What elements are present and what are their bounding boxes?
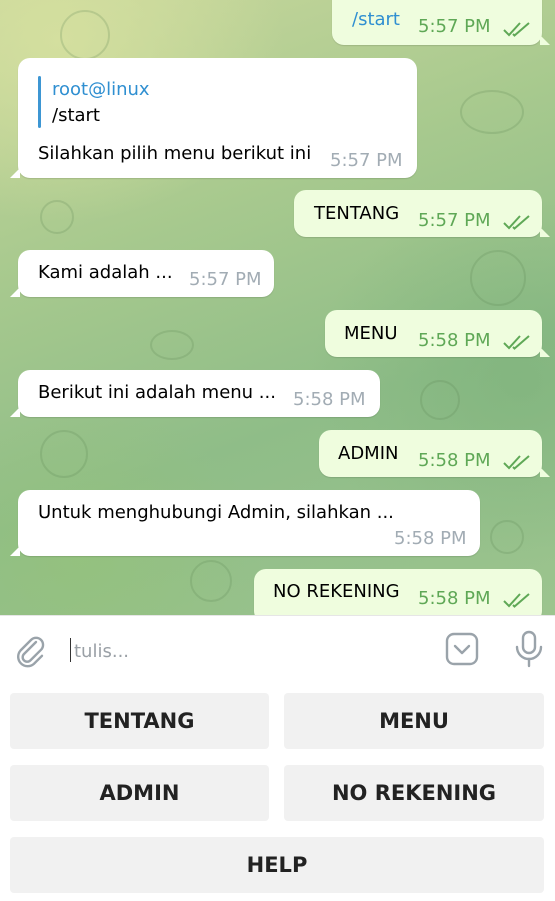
- double-check-icon: [503, 335, 530, 350]
- background-doodle: [40, 200, 74, 234]
- background-doodle: [420, 380, 460, 420]
- message-time: 5:57 PM: [189, 269, 262, 290]
- background-doodle: [470, 250, 526, 306]
- bot-reply-keyboard: TENTANG MENU ADMIN NO REKENING HELP: [0, 685, 555, 901]
- incoming-message[interactable]: Untuk menghubungi Admin, silahkan ... 5:…: [10, 490, 480, 556]
- message-text: Silahkan pilih menu berikut ini: [38, 143, 312, 164]
- reply-quoted-text: /start: [52, 105, 100, 126]
- incoming-message[interactable]: Kami adalah ... 5:57 PM: [10, 250, 274, 297]
- message-time: 5:58 PM: [293, 389, 366, 410]
- double-check-icon: [503, 22, 530, 37]
- message-text: Kami adalah ...: [38, 262, 173, 283]
- background-doodle: [490, 520, 524, 554]
- message-time: 5:58 PM: [418, 450, 491, 471]
- message-time: 5:58 PM: [394, 528, 467, 549]
- outgoing-message[interactable]: MENU 5:58 PM: [325, 310, 550, 357]
- message-text[interactable]: /start: [352, 8, 400, 32]
- message-text: NO REKENING: [273, 581, 400, 602]
- message-time: 5:58 PM: [418, 588, 491, 609]
- keyboard-button-help[interactable]: HELP: [10, 837, 544, 893]
- paperclip-icon[interactable]: [14, 634, 48, 668]
- double-check-icon: [503, 215, 530, 230]
- outgoing-message[interactable]: /start 5:57 PM: [332, 0, 550, 45]
- outgoing-message[interactable]: TENTANG 5:57 PM: [294, 190, 550, 237]
- message-text: TENTANG: [314, 203, 400, 224]
- outgoing-message[interactable]: ADMIN 5:58 PM: [319, 430, 550, 477]
- double-check-icon: [503, 593, 530, 608]
- background-doodle: [190, 560, 232, 602]
- keyboard-button-no-rekening[interactable]: NO REKENING: [284, 765, 544, 821]
- keyboard-button-menu[interactable]: MENU: [284, 693, 544, 749]
- text-caret: [70, 638, 71, 662]
- reply-sender-name: root@linux: [52, 79, 150, 100]
- message-text: MENU: [344, 323, 398, 344]
- message-text: Untuk menghubungi Admin, silahkan ...: [38, 502, 394, 523]
- keyboard-button-admin[interactable]: ADMIN: [10, 765, 269, 821]
- keyboard-toggle-icon[interactable]: [445, 632, 479, 666]
- chat-area: /start 5:57 PM root@linux /start Silahka…: [0, 0, 555, 615]
- reply-quote-bar: [38, 76, 41, 128]
- keyboard-button-tentang[interactable]: TENTANG: [10, 693, 269, 749]
- message-text: ADMIN: [338, 443, 399, 464]
- microphone-icon[interactable]: [514, 630, 544, 668]
- message-time: 5:57 PM: [418, 16, 491, 37]
- background-doodle: [150, 330, 194, 360]
- background-doodle: [60, 10, 110, 60]
- message-time: 5:57 PM: [330, 150, 403, 171]
- incoming-message[interactable]: root@linux /start Silahkan pilih menu be…: [10, 58, 417, 178]
- double-check-icon: [503, 455, 530, 470]
- message-time: 5:57 PM: [418, 210, 491, 231]
- background-doodle: [40, 430, 88, 478]
- message-time: 5:58 PM: [418, 330, 491, 351]
- message-text: Berikut ini adalah menu ...: [38, 382, 276, 403]
- incoming-message[interactable]: Berikut ini adalah menu ... 5:58 PM: [10, 370, 380, 417]
- background-doodle: [460, 90, 524, 134]
- message-input[interactable]: [72, 634, 416, 668]
- outgoing-message[interactable]: NO REKENING 5:58 PM: [254, 569, 542, 615]
